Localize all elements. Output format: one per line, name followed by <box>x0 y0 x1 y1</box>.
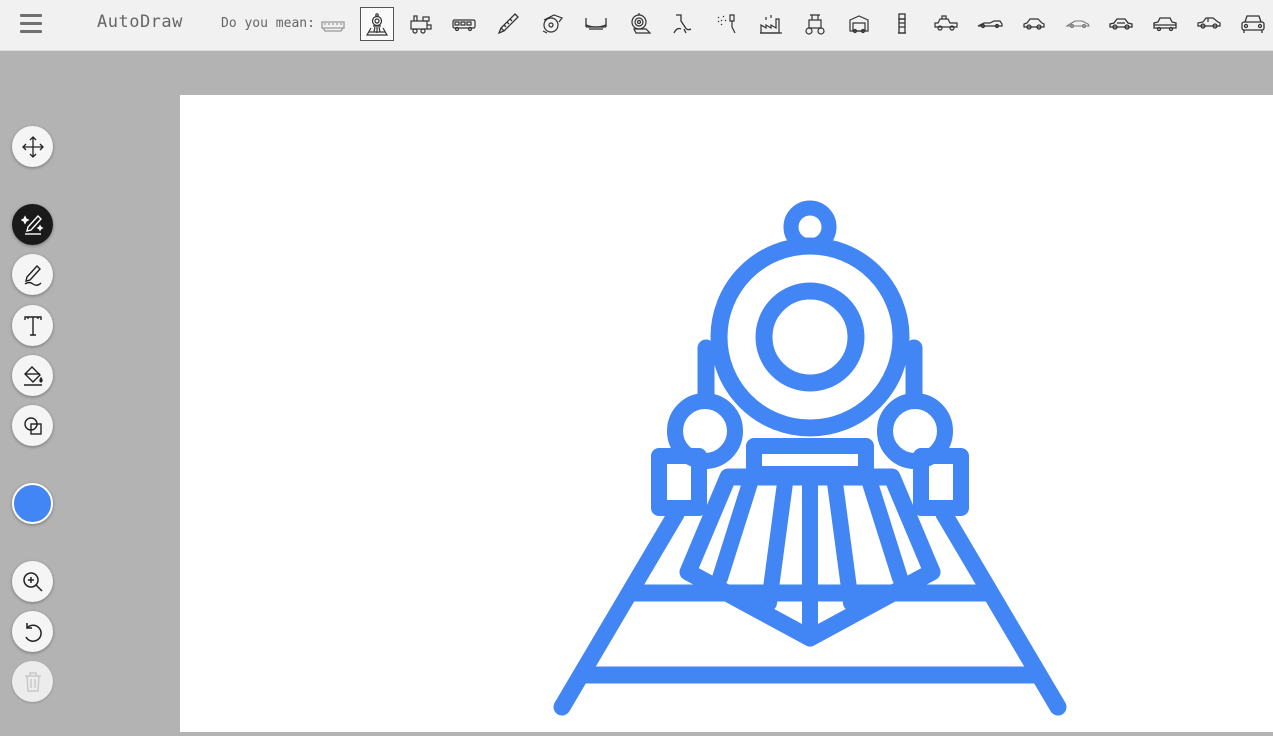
suggestion-locomotive[interactable] <box>359 7 394 41</box>
suggestion-hatchback[interactable] <box>1192 7 1226 41</box>
coupe-icon <box>1153 17 1177 32</box>
suggestion-crane-hook[interactable] <box>666 7 700 41</box>
zoom-tool[interactable] <box>12 561 53 602</box>
delete-button[interactable] <box>12 661 53 702</box>
sedan-icon <box>1109 18 1133 30</box>
suggestion-race-car[interactable] <box>973 7 1007 41</box>
suggestion-strip <box>316 6 1273 42</box>
bridge-icon <box>585 18 607 30</box>
snail-icon <box>630 13 652 34</box>
factory-icon <box>759 15 782 34</box>
tractor-icon <box>805 14 825 35</box>
suggestion-lighthouse[interactable] <box>885 7 919 41</box>
suggestion-saw[interactable] <box>491 7 525 41</box>
suggestion-bus[interactable] <box>447 7 481 41</box>
suggestion-factory[interactable] <box>754 7 788 41</box>
sports-car-icon <box>1064 20 1090 29</box>
suggestion-sports-car[interactable] <box>1061 7 1095 41</box>
suggestion-jeep[interactable] <box>929 7 963 41</box>
circular-saw-icon <box>542 14 563 34</box>
shapes-icon <box>23 416 42 435</box>
undo-icon <box>24 622 42 642</box>
trash-icon <box>24 671 41 692</box>
saw-icon <box>498 13 520 35</box>
car-front-icon <box>1241 15 1265 33</box>
suggestion-water-tap[interactable] <box>710 7 744 41</box>
suggestion-boat[interactable] <box>316 7 350 41</box>
autodraw-icon <box>20 214 43 235</box>
app-title: AutoDraw <box>97 12 183 32</box>
boat-icon <box>321 21 345 32</box>
jeep-icon <box>934 15 958 31</box>
lighthouse-icon <box>898 13 907 34</box>
steam-train-icon <box>409 15 432 34</box>
autodraw-tool[interactable] <box>12 204 53 245</box>
bus-icon <box>452 19 476 32</box>
suggestion-sedan[interactable] <box>1104 7 1138 41</box>
suggestion-car-front[interactable] <box>1236 7 1270 41</box>
text-icon <box>23 315 42 336</box>
type-tool[interactable] <box>12 305 53 346</box>
suggestion-car-side[interactable] <box>1017 7 1051 41</box>
move-tool[interactable] <box>12 126 53 167</box>
car-side-icon <box>1023 18 1045 30</box>
top-bar: AutoDraw Do you mean: <box>0 0 1273 51</box>
suggestion-truck[interactable] <box>842 7 876 41</box>
crane-hook-icon <box>673 14 692 34</box>
suggestion-circular-saw[interactable] <box>535 7 569 41</box>
hatchback-icon <box>1197 17 1221 29</box>
menu-icon[interactable] <box>20 14 42 34</box>
water-tap-icon <box>717 14 736 34</box>
race-car-icon <box>977 20 1003 29</box>
shape-tool[interactable] <box>12 405 53 446</box>
zoom-icon <box>22 571 43 592</box>
pencil-icon <box>24 264 41 286</box>
drawing-canvas[interactable] <box>180 95 1273 732</box>
suggestion-snail[interactable] <box>623 7 657 41</box>
fill-tool[interactable] <box>12 355 53 396</box>
paint-bucket-icon <box>23 365 43 386</box>
draw-tool[interactable] <box>12 254 53 295</box>
undo-button[interactable] <box>12 611 53 652</box>
suggestion-label: Do you mean: <box>221 16 315 31</box>
locomotive-front-icon <box>365 13 388 36</box>
suggestion-steam-train[interactable] <box>404 7 438 41</box>
suggestion-bridge[interactable] <box>579 7 613 41</box>
suggestion-tractor[interactable] <box>798 7 832 41</box>
locomotive-drawing <box>553 200 1067 716</box>
truck-icon <box>848 15 869 34</box>
color-picker[interactable] <box>12 483 53 524</box>
move-icon <box>21 135 44 158</box>
suggestion-coupe[interactable] <box>1148 7 1182 41</box>
